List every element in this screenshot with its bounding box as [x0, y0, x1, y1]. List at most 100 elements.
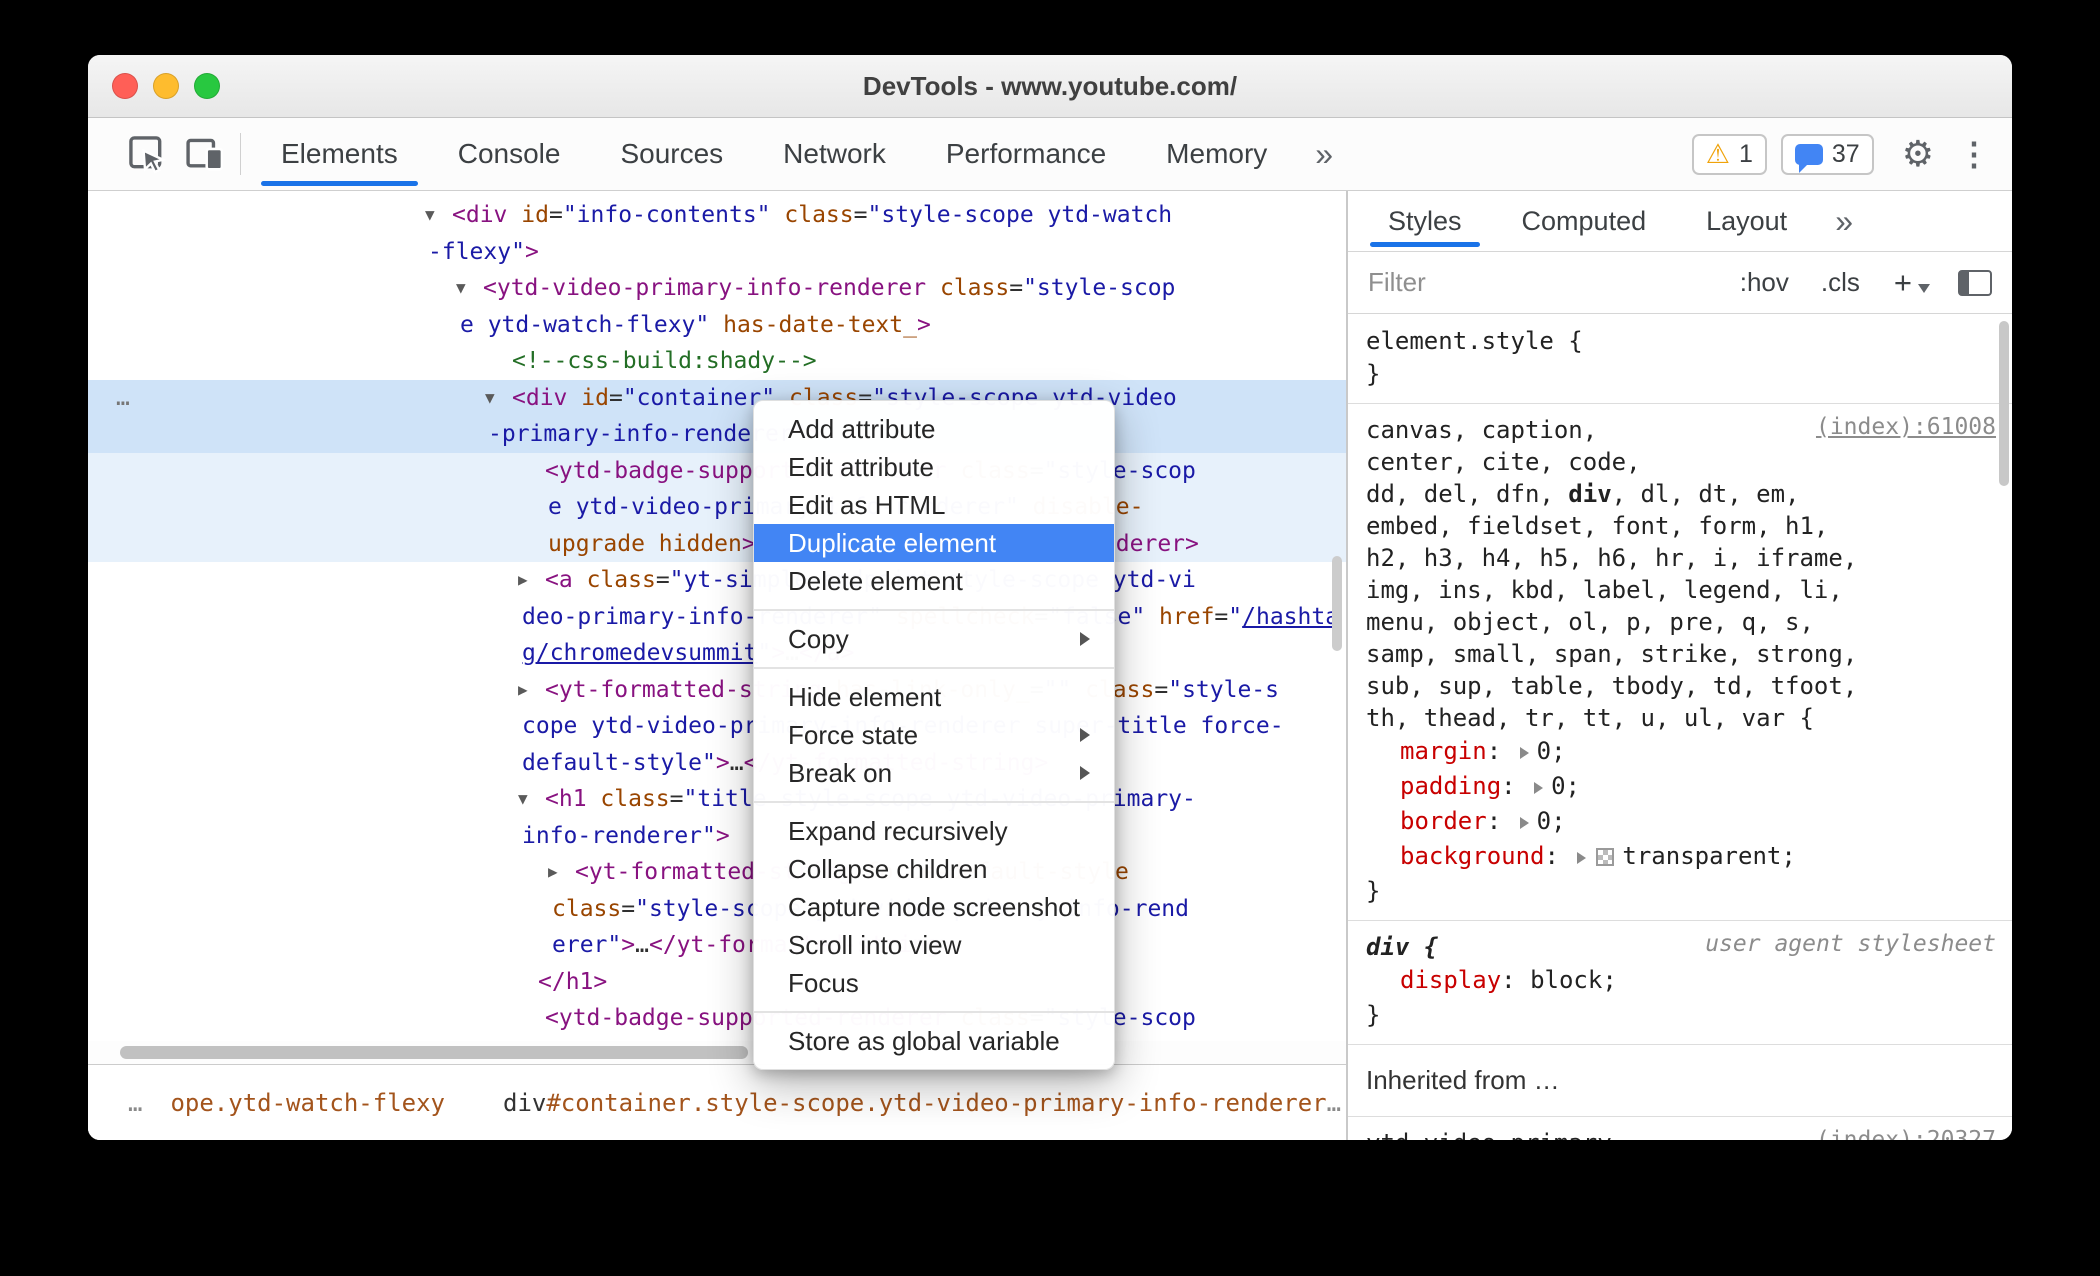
- dom-tree-line[interactable]: <ytd-badge-supported-renderer class="sty…: [88, 1000, 1346, 1037]
- css-declaration[interactable]: margin: 0;: [1366, 734, 1996, 769]
- stylesheet-source-link[interactable]: (index):61008: [1816, 414, 1996, 440]
- sidebar-dock-icon[interactable]: [1958, 269, 1992, 296]
- dom-tree-line[interactable]: e ytd-watch-flexy" has-date-text_>: [88, 307, 1346, 344]
- new-style-rule-button[interactable]: +: [1894, 265, 1912, 301]
- horizontal-scrollbar[interactable]: [88, 1041, 1346, 1064]
- console-warnings-badge[interactable]: ⚠ 1: [1691, 133, 1767, 175]
- css-declaration[interactable]: display: block;: [1366, 963, 1996, 998]
- menu-item-delete-element[interactable]: Delete element: [754, 562, 1114, 600]
- dom-tree-line[interactable]: cope ytd-video-primary-info-renderer sup…: [88, 708, 1346, 745]
- node-overflow-menu-dots[interactable]: …: [116, 380, 132, 417]
- breadcrumb-overflow-left[interactable]: …: [128, 1089, 142, 1117]
- dom-tree-line[interactable]: <!--css-build:shady-->: [88, 343, 1346, 380]
- dom-tree-line[interactable]: ▼ <div id="info-contents" class="style-sc…: [88, 197, 1346, 234]
- dom-tree-line[interactable]: info-renderer">: [88, 818, 1346, 855]
- dom-tree-line[interactable]: ▶<a class="yt-simple-endpoint style-scop…: [88, 562, 1346, 599]
- expand-arrow-icon[interactable]: ▼: [485, 380, 512, 417]
- menu-item-force-state[interactable]: Force state: [754, 716, 1114, 754]
- horizontal-scrollbar-thumb[interactable]: [120, 1046, 748, 1059]
- menu-item-collapse-children[interactable]: Collapse children: [754, 850, 1114, 888]
- css-declaration[interactable]: padding: 0;: [1366, 769, 1996, 804]
- dom-tree-line[interactable]: ▼ <ytd-video-primary-info-renderer class=…: [88, 270, 1346, 307]
- code-link[interactable]: /hashta: [1242, 604, 1339, 630]
- kebab-menu-icon[interactable]: ⋮: [1958, 138, 1990, 170]
- dom-tree-line[interactable]: e ytd-video-primary-info-renderer" disab…: [88, 489, 1346, 526]
- css-property-value: 0: [1551, 772, 1566, 800]
- code-val: erer": [552, 932, 622, 958]
- inspect-icon[interactable]: [118, 125, 176, 183]
- menu-item-edit-as-html[interactable]: Edit as HTML: [754, 486, 1114, 524]
- sidebar-tab-styles[interactable]: Styles: [1358, 191, 1492, 251]
- breadcrumb-segment: #container.style-scope.ytd-video-primary…: [546, 1088, 1327, 1117]
- menu-item-edit-attribute[interactable]: Edit attribute: [754, 448, 1114, 486]
- expand-arrow-icon[interactable]: ▼: [425, 197, 452, 234]
- menu-item-label: Store as global variable: [788, 1025, 1060, 1056]
- breadcrumb-item[interactable]: ope.ytd-watch-flexy: [170, 1089, 445, 1117]
- stylesheet-source-link[interactable]: (index):20327: [1816, 1127, 1996, 1140]
- minimize-button[interactable]: [153, 73, 179, 99]
- dom-tree-line[interactable]: g/chromedevsummit">…</a>: [88, 635, 1346, 672]
- device-toolbar-icon[interactable]: [176, 125, 234, 183]
- expand-arrow-icon[interactable]: ▼: [456, 270, 483, 307]
- menu-item-hide-element[interactable]: Hide element: [754, 678, 1114, 716]
- dom-tree-line[interactable]: <ytd-badge-supported-renderer class="sty…: [88, 452, 1346, 489]
- breadcrumb-overflow-right[interactable]: …: [1327, 1089, 1341, 1117]
- tab-elements[interactable]: Elements: [251, 118, 428, 190]
- menu-item-store-as-global-variable[interactable]: Store as global variable: [754, 1022, 1114, 1060]
- menu-item-capture-node-screenshot[interactable]: Capture node screenshot: [754, 888, 1114, 926]
- dom-tree-line[interactable]: … ▼ <div id="container" class="style-scope…: [88, 379, 1346, 417]
- shorthand-expander-icon[interactable]: [1519, 747, 1529, 759]
- color-swatch[interactable]: [1596, 848, 1615, 866]
- css-property-value: block: [1530, 966, 1603, 994]
- menu-item-focus[interactable]: Focus: [754, 964, 1114, 1002]
- breadcrumb-item[interactable]: div#container.style-scope.ytd-video-prim…: [503, 1089, 1327, 1117]
- dom-tree-line[interactable]: -primary-info-renderer">: [88, 416, 1346, 453]
- settings-gear-icon[interactable]: ⚙: [1902, 136, 1934, 172]
- tab-network[interactable]: Network: [753, 118, 916, 190]
- css-declaration[interactable]: border: 0;: [1366, 804, 1996, 839]
- menu-item-copy[interactable]: Copy: [754, 620, 1114, 658]
- dom-tree-line[interactable]: </h1>: [88, 964, 1346, 1001]
- dom-tree-line[interactable]: deo-primary-info-renderer" spellcheck="f…: [88, 599, 1346, 636]
- expand-arrow-icon[interactable]: ▶: [548, 854, 575, 891]
- tab-sources[interactable]: Sources: [590, 118, 753, 190]
- fullscreen-button[interactable]: [194, 73, 220, 99]
- dom-tree-line[interactable]: ▶<yt-formatted-string has-link-only_="" …: [88, 672, 1346, 709]
- menu-item-scroll-into-view[interactable]: Scroll into view: [754, 926, 1114, 964]
- cls-toggle[interactable]: .cls: [1821, 267, 1860, 298]
- tab-console[interactable]: Console: [428, 118, 591, 190]
- code-plain: [771, 202, 785, 228]
- hov-toggle[interactable]: :hov: [1740, 267, 1789, 298]
- dom-tree-line[interactable]: class="style-scope ytd-video-primary-inf…: [88, 891, 1346, 928]
- dom-tree-line[interactable]: ▶<yt-formatted-string force-default-styl…: [88, 854, 1346, 891]
- dom-tree-line[interactable]: default-style">…</yt-formatted-string>: [88, 745, 1346, 782]
- shorthand-expander-icon[interactable]: [1577, 852, 1587, 864]
- dom-tree-line[interactable]: erer">…</yt-formatted-string>: [88, 927, 1346, 964]
- expand-arrow-icon[interactable]: ▶: [518, 672, 545, 709]
- dom-tree-line[interactable]: upgrade hidden>…</ytd-badge-supported-re…: [88, 525, 1346, 562]
- sidebar-tab-computed[interactable]: Computed: [1492, 191, 1677, 251]
- console-messages-badge[interactable]: 37: [1780, 133, 1874, 175]
- filter-input[interactable]: [1366, 266, 1708, 299]
- expand-arrow-icon[interactable]: ▶: [518, 562, 545, 599]
- shorthand-expander-icon[interactable]: [1534, 782, 1544, 794]
- shorthand-expander-icon[interactable]: [1519, 817, 1529, 829]
- dom-tree-line[interactable]: -flexy">: [88, 234, 1346, 271]
- sidebar-more-tabs-icon[interactable]: »: [1817, 203, 1871, 240]
- tab-memory[interactable]: Memory: [1136, 118, 1297, 190]
- sidebar-tab-layout[interactable]: Layout: [1676, 191, 1817, 251]
- css-declaration[interactable]: background: transparent;: [1366, 839, 1996, 874]
- menu-item-expand-recursively[interactable]: Expand recursively: [754, 812, 1114, 850]
- menu-item-add-attribute[interactable]: Add attribute: [754, 410, 1114, 448]
- code-link[interactable]: g/chromedevsummit: [522, 640, 757, 666]
- expand-arrow-icon[interactable]: ▼: [518, 781, 545, 818]
- dom-tree-line[interactable]: ▼<h1 class="title style-scope ytd-video-…: [88, 781, 1346, 818]
- more-tabs-icon[interactable]: »: [1297, 136, 1351, 173]
- tab-performance[interactable]: Performance: [916, 118, 1136, 190]
- menu-item-duplicate-element[interactable]: Duplicate element: [754, 524, 1114, 562]
- menu-item-break-on[interactable]: Break on: [754, 754, 1114, 792]
- elements-scrollbar-thumb[interactable]: [1332, 556, 1342, 651]
- styles-scrollbar-thumb[interactable]: [1999, 321, 2009, 486]
- rule-selector-line: th, thead, tr, tt, u, ul, var {: [1366, 704, 1814, 732]
- close-button[interactable]: [112, 73, 138, 99]
